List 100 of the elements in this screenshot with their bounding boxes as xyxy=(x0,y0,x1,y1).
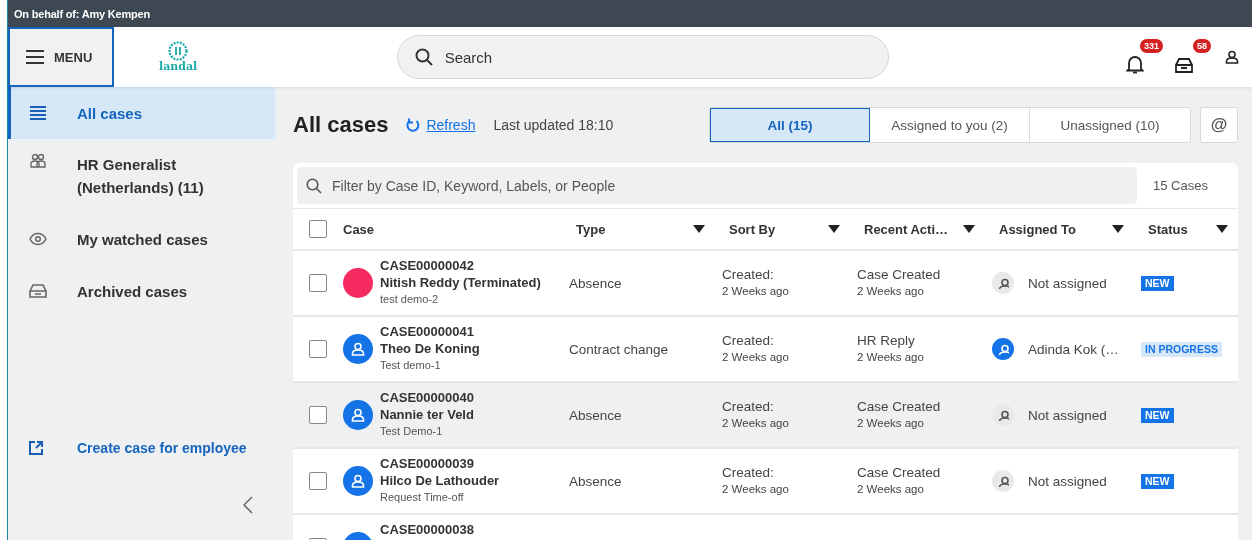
sidebar-item[interactable]: Archived cases xyxy=(8,265,275,317)
case-id-link[interactable]: CASE00000039 xyxy=(380,455,500,472)
person-icon xyxy=(350,407,366,423)
checkbox[interactable] xyxy=(309,472,327,490)
menu-button[interactable]: MENU xyxy=(8,27,114,87)
sort-value: 2 Weeks ago xyxy=(722,416,789,431)
search-input[interactable]: Search xyxy=(444,42,888,72)
refresh-icon xyxy=(406,118,421,132)
filter-tab[interactable]: All (15) xyxy=(710,108,870,142)
case-description: Test demo-1 xyxy=(380,358,442,373)
recent-action: Case Created xyxy=(857,266,941,283)
assignee-name: Not assigned xyxy=(1028,275,1107,291)
group-icon xyxy=(29,153,47,169)
case-type: Absence xyxy=(569,407,622,423)
bell-icon xyxy=(1126,54,1144,74)
person-icon xyxy=(997,409,1009,421)
filter-input[interactable]: Filter by Case ID, Keyword, Labels, or People xyxy=(332,170,1137,201)
sort-label: Created: xyxy=(722,398,774,415)
mention-button[interactable]: @ xyxy=(1200,107,1238,143)
recent-action-time: 2 Weeks ago xyxy=(857,416,924,431)
status-badge: NEW xyxy=(1141,275,1174,291)
on-behalf-label: On behalf of: Amy Kempen xyxy=(14,7,150,20)
filter-tab[interactable]: Assigned to you (2) xyxy=(870,108,1030,142)
tray-icon xyxy=(29,283,47,299)
person-icon xyxy=(997,343,1009,355)
sidebar-item[interactable]: HR Generalist (Netherlands) (11) xyxy=(8,139,275,213)
case-type: Absence xyxy=(569,473,622,489)
status-badge: IN PROGRESS xyxy=(1141,341,1222,357)
caret-down-icon[interactable] xyxy=(828,225,840,233)
checkbox[interactable] xyxy=(309,220,327,238)
column-header[interactable]: Status xyxy=(1148,221,1188,237)
recent-action-time: 2 Weeks ago xyxy=(857,482,924,497)
sort-value: 2 Weeks ago xyxy=(722,284,789,299)
case-type: Absence xyxy=(569,275,622,291)
sort-value: 2 Weeks ago xyxy=(722,350,789,365)
status-badge: NEW xyxy=(1141,473,1174,489)
page-title: All cases xyxy=(293,112,389,138)
table-row-highlight[interactable]: CASE00000040 Nannie ter Veld Test Demo-1 Absence Created: 2 Weeks ago Case Created 2 Weeks ago Not assigned NEW xyxy=(293,383,1238,449)
person-icon xyxy=(997,277,1009,289)
sort-label: Created: xyxy=(722,266,774,283)
list-icon xyxy=(29,105,47,121)
count-badge: 331 xyxy=(1138,38,1164,54)
recent-action-time: 2 Weeks ago xyxy=(857,284,924,299)
column-header[interactable]: Assigned To xyxy=(999,221,1077,237)
assignee-name: Not assigned xyxy=(1028,473,1107,489)
employee-name: Nitish Reddy (Terminated) xyxy=(380,274,541,291)
create-case-link[interactable]: Create case for employee xyxy=(8,440,275,456)
refresh-link[interactable]: Refresh xyxy=(406,117,476,133)
filter-field[interactable]: Filter by Case ID, Keyword, Labels, or People xyxy=(297,167,1137,204)
employee-name: Nannie ter Veld xyxy=(380,406,474,423)
case-description: test demo-2 xyxy=(380,292,440,307)
column-header[interactable]: Sort By xyxy=(729,221,776,237)
count-badge: 58 xyxy=(1192,38,1212,54)
recent-action-time: 2 Weeks ago xyxy=(857,350,924,365)
person-icon xyxy=(1224,49,1240,65)
person-icon xyxy=(997,475,1009,487)
inbox-button[interactable]: 58 xyxy=(1172,38,1212,76)
case-description: Request Time-off xyxy=(380,490,465,505)
employee-name: Theo De Koning xyxy=(380,340,480,357)
checkbox[interactable] xyxy=(309,340,327,358)
employee-name: Hilco De Lathouder xyxy=(380,472,500,489)
case-description: Test Demo-1 xyxy=(380,424,444,439)
case-type: Contract change xyxy=(569,341,669,357)
logo-ring-icon xyxy=(168,41,189,61)
search-icon xyxy=(306,177,322,194)
column-header[interactable]: Recent Acti… xyxy=(864,221,949,237)
menu-icon xyxy=(26,50,44,64)
caret-down-icon[interactable] xyxy=(1112,225,1124,233)
case-id-link[interactable]: CASE00000038 xyxy=(380,521,474,538)
sidebar-item[interactable]: All cases xyxy=(8,87,275,139)
external-link-icon xyxy=(29,441,43,455)
status-badge: NEW xyxy=(1141,407,1174,423)
caret-down-icon[interactable] xyxy=(963,225,975,233)
case-id-link[interactable]: CASE00000041 xyxy=(380,323,480,340)
column-header[interactable]: Case xyxy=(343,221,375,237)
assignee-name: Adinda Kok (… xyxy=(1028,341,1119,357)
case-id-link[interactable]: CASE00000042 xyxy=(380,257,541,274)
recent-action: Case Created xyxy=(857,464,941,481)
search-field[interactable]: Search xyxy=(396,35,889,79)
chevron-left-icon[interactable] xyxy=(243,496,253,514)
inbox-icon xyxy=(1174,56,1194,74)
column-header[interactable]: Type xyxy=(576,221,606,237)
checkbox[interactable] xyxy=(309,274,327,292)
sort-value: 2 Weeks ago xyxy=(722,482,789,497)
sort-label: Created: xyxy=(722,332,774,349)
sort-label: Created: xyxy=(722,464,774,481)
filter-tab[interactable]: Unassigned (10) xyxy=(1030,108,1190,142)
person-icon xyxy=(350,341,366,357)
caret-down-icon[interactable] xyxy=(1216,225,1228,233)
assignee-name: Not assigned xyxy=(1028,407,1107,423)
last-updated-text: Last updated 18:10 xyxy=(493,117,614,133)
case-count: 15 Cases xyxy=(1152,178,1209,193)
notifications-button[interactable]: 331 xyxy=(1124,38,1164,76)
recent-action: Case Created xyxy=(857,398,941,415)
eye-icon xyxy=(29,231,47,247)
caret-down-icon[interactable] xyxy=(693,225,705,233)
checkbox[interactable] xyxy=(309,406,327,424)
case-id-link[interactable]: CASE00000040 xyxy=(380,389,474,406)
sidebar-item[interactable]: My watched cases xyxy=(8,213,275,265)
person-icon xyxy=(350,473,366,489)
